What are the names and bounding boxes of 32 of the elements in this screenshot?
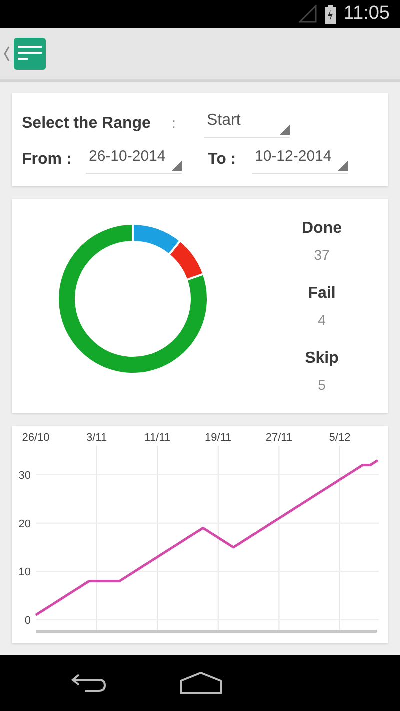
dropdown-field[interactable]: 26-10-2014	[86, 146, 182, 174]
clock-time: 11:05	[344, 2, 390, 26]
dropdown-corner-icon	[280, 125, 290, 135]
stat-label: Skip	[305, 348, 339, 368]
stat-value: 37	[314, 246, 330, 264]
y-axis-label: 20	[18, 518, 31, 530]
stat-value: 4	[318, 310, 326, 330]
stat-label: Fail	[308, 284, 336, 304]
signal-icon	[298, 5, 317, 23]
dropdown-field[interactable]: Start	[204, 109, 290, 138]
x-axis-label: 11/11	[144, 432, 171, 444]
dropdown-corner-icon	[172, 160, 182, 170]
dropdown-corner-icon	[338, 160, 348, 170]
x-axis-label: 3/11	[86, 432, 108, 444]
y-axis-label: 30	[18, 470, 31, 482]
back-caret-icon[interactable]	[4, 46, 10, 62]
x-axis-label: 5/12	[329, 432, 351, 444]
x-axis-label: 26/10	[22, 432, 50, 444]
dropdown-field[interactable]: 10-12-2014	[252, 146, 348, 174]
x-axis-label: 27/11	[266, 432, 293, 444]
y-axis-label: 10	[18, 566, 31, 579]
back-icon[interactable]	[71, 673, 107, 693]
home-icon[interactable]	[180, 672, 222, 694]
separator-text: :	[172, 114, 177, 133]
x-axis-label: 19/11	[205, 432, 232, 444]
from-label: From :	[22, 150, 73, 170]
y-axis-label: 0	[24, 615, 31, 627]
range-label: Select the Range	[22, 114, 152, 134]
stat-value: 5	[318, 376, 326, 394]
stat-label: Done	[302, 218, 342, 238]
to-label: To :	[208, 150, 238, 170]
battery-charging-icon	[324, 4, 336, 24]
